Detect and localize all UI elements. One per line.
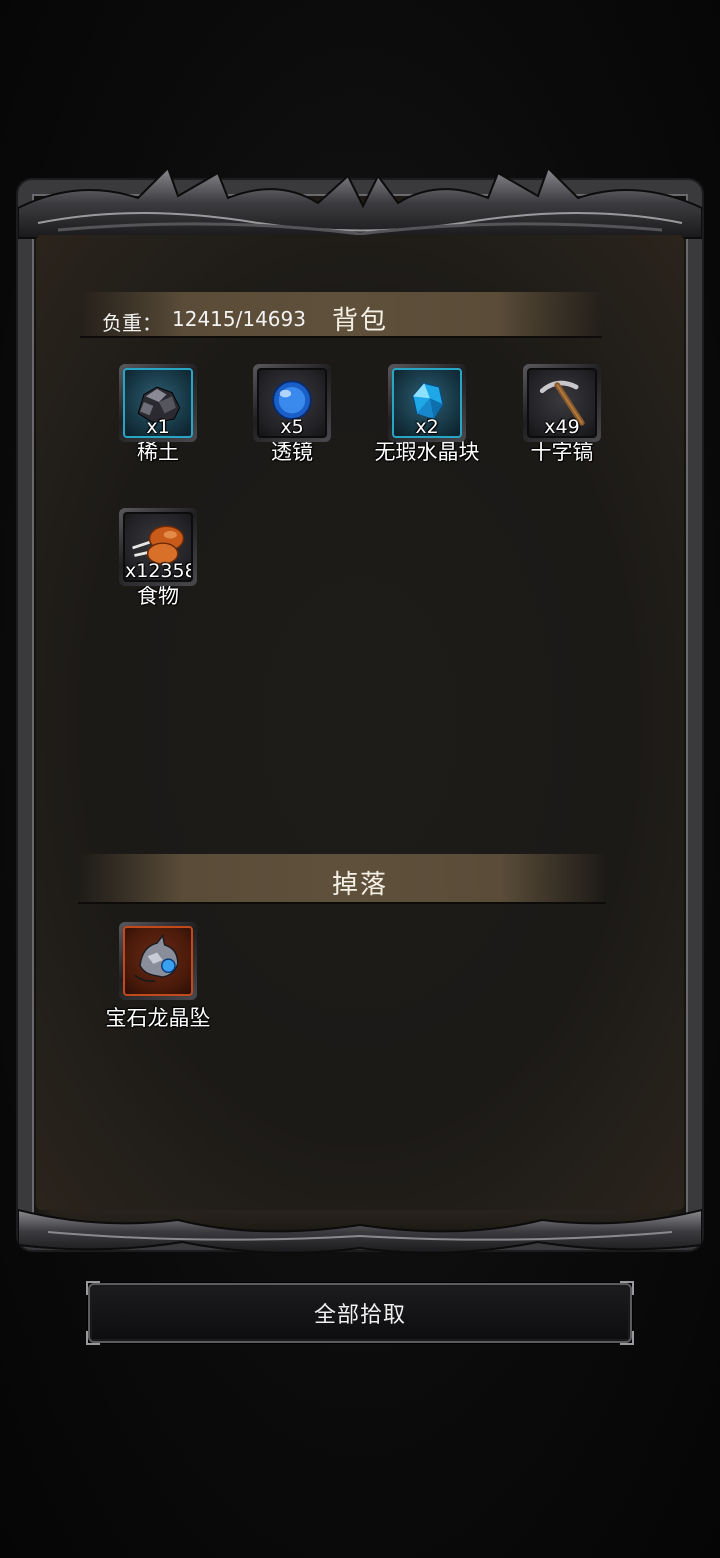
pickup-all-label: 全部拾取 [313, 1303, 406, 1328]
bag-item-food[interactable]: x12358 食物 [93, 508, 223, 610]
item-count: x12358 [125, 560, 193, 582]
button-corner-ornament [86, 1281, 100, 1295]
bag-title: 背包 [332, 306, 389, 336]
bag-item-pickaxe[interactable]: x49 十字镐 [497, 364, 627, 466]
drop-title: 掉落 [331, 870, 388, 900]
button-corner-ornament [620, 1331, 634, 1345]
item-count: x49 [544, 416, 580, 438]
item-count: x1 [146, 416, 170, 438]
bag-item-rare-earth[interactable]: x1 稀土 [93, 364, 223, 466]
drop-item-dragon-pendant[interactable]: 宝石龙晶坠 [93, 922, 223, 1032]
item-count: x2 [415, 416, 439, 438]
weight-value: 12415/14693 [172, 307, 306, 331]
inventory-panel [18, 168, 702, 1254]
item-name: 宝石龙晶坠 [105, 1006, 211, 1030]
button-corner-ornament [86, 1331, 100, 1345]
item-count: x5 [280, 416, 304, 438]
pickup-all-button[interactable]: 全部拾取 [86, 1281, 634, 1345]
button-corner-ornament [620, 1281, 634, 1295]
dragon-pendant-icon [133, 933, 179, 983]
bag-item-lens[interactable]: x5 透镜 [227, 364, 357, 466]
bag-item-flawless-crystal[interactable]: x2 无瑕水晶块 [362, 364, 492, 466]
weight-label: 负重： [102, 311, 162, 335]
